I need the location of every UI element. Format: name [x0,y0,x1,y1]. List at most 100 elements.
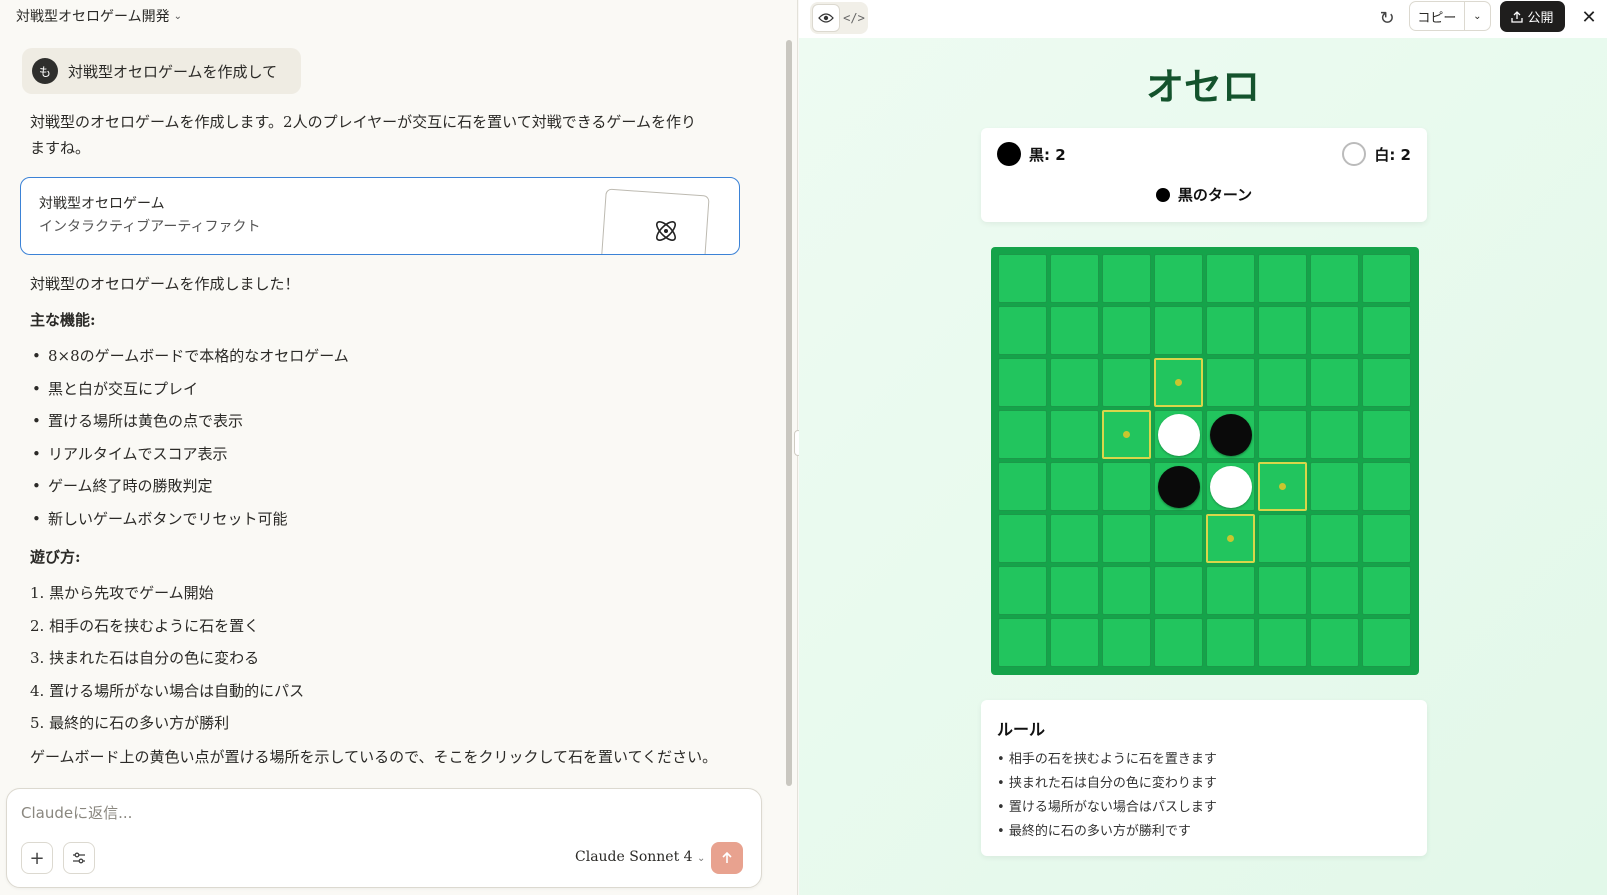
board-cell[interactable] [998,358,1047,407]
board-cell[interactable] [1206,410,1255,459]
copy-dropdown-button[interactable]: ⌄ [1465,2,1490,30]
board-cell[interactable] [998,254,1047,303]
board-cell[interactable] [1102,254,1151,303]
board-cell[interactable] [1206,306,1255,355]
black-score-text: 黒: 2 [1029,145,1066,164]
board-cell[interactable] [1154,254,1203,303]
board-cell[interactable] [1362,618,1411,667]
board-cell[interactable] [998,566,1047,615]
board-cell[interactable] [1310,618,1359,667]
board-cell[interactable] [1050,566,1099,615]
tools-button[interactable] [63,842,95,874]
board-cell[interactable] [1310,254,1359,303]
rule-item: 置ける場所がない場合はパスします [997,796,1411,820]
close-button[interactable]: ✕ [1575,3,1603,31]
board-cell[interactable] [1258,306,1307,355]
board-cell[interactable] [1154,566,1203,615]
board-cell-valid-move[interactable] [1206,514,1255,563]
board-cell[interactable] [1154,306,1203,355]
board-cell[interactable] [1050,306,1099,355]
board-cell[interactable] [1102,514,1151,563]
board-cell[interactable] [1362,306,1411,355]
add-attachment-button[interactable]: + [21,842,53,874]
board-cell[interactable] [1206,618,1255,667]
conversation-title-text: 対戦型オセロゲーム開発 [16,9,170,25]
board-cell[interactable] [1362,254,1411,303]
board-cell[interactable] [1258,514,1307,563]
board-cell[interactable] [998,514,1047,563]
avatar: も [32,58,58,84]
send-button[interactable] [711,842,743,874]
board-cell[interactable] [1362,462,1411,511]
board-cell[interactable] [1050,462,1099,511]
board-cell[interactable] [1050,254,1099,303]
board-cell[interactable] [1310,566,1359,615]
board-cell[interactable] [1310,462,1359,511]
board-cell[interactable] [998,410,1047,459]
board-cell[interactable] [1258,410,1307,459]
board-cell[interactable] [1050,618,1099,667]
board-cell[interactable] [1102,566,1151,615]
board-cell[interactable] [1206,462,1255,511]
board-cell[interactable] [1362,410,1411,459]
black-disc-icon [997,142,1021,166]
list-item: 3. 挟まれた石は自分の色に変わる [30,649,260,667]
board-cell[interactable] [1362,566,1411,615]
model-selector[interactable]: Claude Sonnet 4 ⌄ [575,849,705,865]
howto-heading: 遊び方: [30,548,81,566]
board-cell[interactable] [1102,618,1151,667]
board-cell[interactable] [1310,306,1359,355]
board-cell-valid-move[interactable] [1258,462,1307,511]
list-item: 新しいゲームボタンでリセット可能 [32,503,349,536]
refresh-icon: ↻ [1379,7,1395,29]
chat-panel: 対戦型オセロゲーム開発 ⌄ も 対戦型オセロゲームを作成して 対戦型のオセロゲー… [0,0,798,895]
chat-scrollbar[interactable] [786,40,792,786]
copy-button[interactable]: コピー [1410,2,1465,30]
artifact-subtitle: インタラクティブアーティファクト [39,219,261,235]
white-disc-icon [1342,142,1367,166]
board-cell[interactable] [1050,410,1099,459]
board-cell[interactable] [1206,358,1255,407]
board-cell[interactable] [1154,462,1203,511]
assistant-footer-text: ゲームボード上の黄色い点が置ける場所を示しているので、そこをクリックして石を置い… [30,748,718,766]
assistant-done-text: 対戦型のオセロゲームを作成しました！ [30,275,300,293]
board-cell[interactable] [998,618,1047,667]
board-cell[interactable] [998,306,1047,355]
composer: + Claude Sonnet 4 ⌄ [6,788,762,888]
board-cell[interactable] [1310,514,1359,563]
board-cell[interactable] [1206,254,1255,303]
board-cell[interactable] [1154,514,1203,563]
reply-input[interactable] [21,799,721,827]
board-cell[interactable] [998,462,1047,511]
board-cell[interactable] [1206,566,1255,615]
board-cell[interactable] [1258,358,1307,407]
board-cell[interactable] [1154,410,1203,459]
board-cell-valid-move[interactable] [1102,410,1151,459]
white-score: 白: 2 [1342,142,1411,166]
code-button[interactable]: </> [842,4,866,32]
plus-icon: + [29,847,45,869]
board-cell[interactable] [1102,358,1151,407]
score-panel: 黒: 2 白: 2 黒のターン [981,128,1427,222]
board-cell[interactable] [1050,514,1099,563]
preview-button[interactable] [812,4,840,32]
board-cell[interactable] [1310,358,1359,407]
board-cell-valid-move[interactable] [1154,358,1203,407]
board-cell[interactable] [1050,358,1099,407]
board-cell[interactable] [1258,254,1307,303]
conversation-title[interactable]: 対戦型オセロゲーム開発 ⌄ [16,6,182,26]
board-cell[interactable] [1154,618,1203,667]
list-item: リアルタイムでスコア表示 [32,438,349,471]
board-cell[interactable] [1258,566,1307,615]
board-cell[interactable] [1310,410,1359,459]
black-piece [1209,413,1252,456]
board-cell[interactable] [1258,618,1307,667]
white-piece [1209,465,1252,508]
refresh-button[interactable]: ↻ [1373,4,1401,32]
board-cell[interactable] [1102,462,1151,511]
publish-button[interactable]: 公開 [1500,1,1565,32]
board-cell[interactable] [1362,358,1411,407]
board-cell[interactable] [1102,306,1151,355]
artifact-card[interactable]: 対戦型オセロゲーム インタラクティブアーティファクト [20,177,740,255]
board-cell[interactable] [1362,514,1411,563]
